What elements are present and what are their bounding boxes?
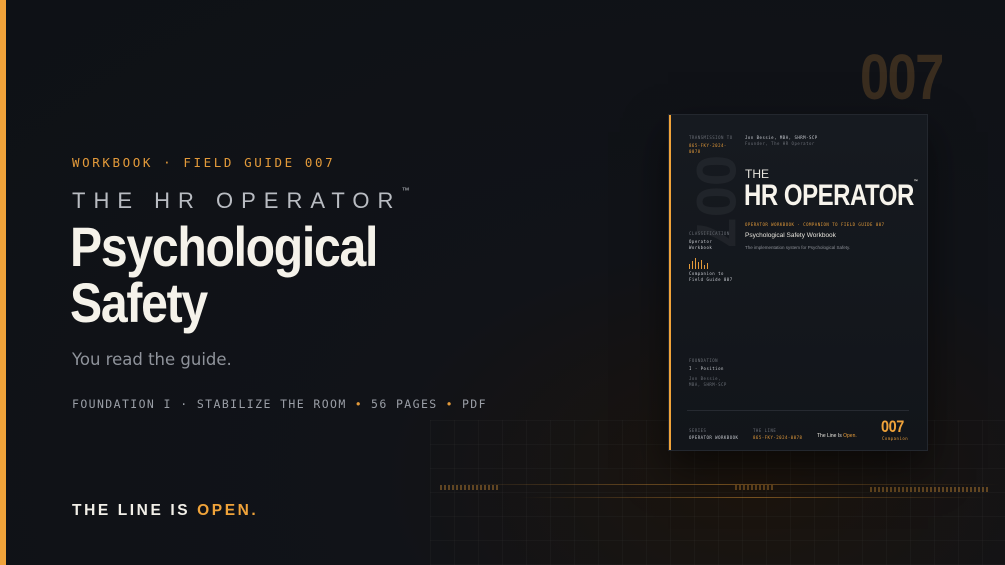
meta-pages: 56 PAGES <box>371 397 438 411</box>
transmission-label: TRANSMISSION TO <box>689 135 733 140</box>
data-ticks <box>735 485 775 490</box>
meta-format: PDF <box>461 397 487 411</box>
cover-author-sub: Founder, The HR Operator <box>745 141 815 146</box>
signoff-line-2: MBA, SHRM-SCP <box>689 382 727 387</box>
glow-line <box>520 497 990 498</box>
eyebrow-label: WORKBOOK · FIELD GUIDE 007 <box>72 155 336 170</box>
subtitle: You read the guide. <box>72 350 232 369</box>
tagline: THE LINE IS OPEN. <box>72 502 259 519</box>
foundation-label: FOUNDATION <box>689 358 719 363</box>
tagline-highlight: OPEN. <box>197 502 259 519</box>
meta-line: FOUNDATION I · STABILIZE THE ROOM • 56 PAG… <box>72 397 487 411</box>
trademark-mark: ™ <box>401 186 410 195</box>
line-label: THE LINE <box>753 428 777 433</box>
cover-line-highlight: Open. <box>843 433 857 439</box>
cover-number-sub: Companion <box>882 436 909 441</box>
page-title: Psychological Safety <box>70 215 378 334</box>
cover-line-open: The Line Is Open. <box>817 433 857 439</box>
meta-foundation: FOUNDATION I · STABILIZE THE ROOM <box>72 397 347 411</box>
glow-line <box>440 484 1000 485</box>
cover-divider <box>687 410 909 411</box>
cover-description: The implementation system for Psychologi… <box>745 245 851 250</box>
title-line-2: Safety <box>70 271 208 334</box>
cover-kicker: OPERATOR WORKBOOK · COMPANION TO FIELD G… <box>745 222 885 227</box>
title-line-1: Psychological <box>70 215 378 278</box>
big-number-007: 007 <box>860 41 944 113</box>
transmission-value-2: 0078 <box>689 149 701 154</box>
data-ticks <box>870 487 990 492</box>
left-accent-bar <box>0 0 6 565</box>
cover-bar-glyph <box>689 258 709 269</box>
series-label: SERIES <box>689 428 707 433</box>
separator-dot: • <box>445 397 454 411</box>
workbook-cover: 007 TRANSMISSION TO 865-FKY-2024- 0078 J… <box>668 114 928 451</box>
line-value: 865-FKY-2024-0078 <box>753 435 803 440</box>
cover-title: HR OPERATOR™ <box>744 179 918 212</box>
cover-spine <box>669 115 671 450</box>
cover-number: 007 <box>881 417 904 436</box>
data-ticks <box>440 485 500 490</box>
classification-label: CLASSIFICATION <box>689 231 730 236</box>
cover-subtitle: Psychological Safety Workbook <box>745 232 836 239</box>
brand-name: THE HR OPERATOR™ <box>72 186 410 213</box>
series-value: OPERATOR WORKBOOK <box>689 435 739 440</box>
companion-line-2: Field Guide 007 <box>689 277 733 282</box>
separator-dot: • <box>354 397 364 411</box>
classification-value-2: Workbook <box>689 245 713 250</box>
cover-trademark: ™ <box>913 179 918 185</box>
foundation-value: I · Position <box>689 366 724 371</box>
